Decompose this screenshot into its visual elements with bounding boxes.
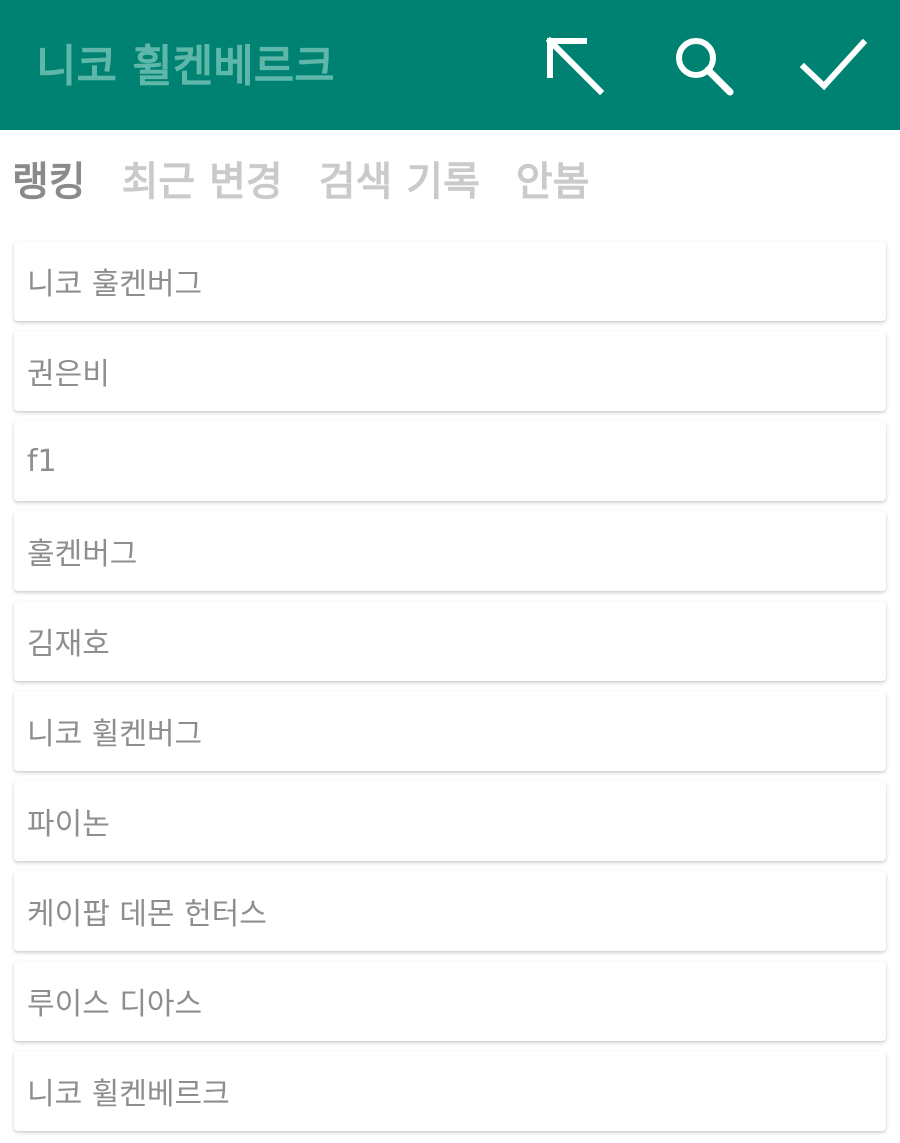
- list-item[interactable]: 파이논: [14, 781, 886, 861]
- tab-search-history[interactable]: 검색 기록: [319, 150, 480, 214]
- list-item-label: 파이논: [27, 807, 110, 842]
- list-item[interactable]: 훌켄버그: [14, 511, 886, 591]
- list-item[interactable]: 케이팝 데몬 헌터스: [14, 871, 886, 951]
- search-button[interactable]: [662, 25, 742, 105]
- tab-recent-changes[interactable]: 최근 변경: [122, 150, 283, 214]
- list-item[interactable]: 루이스 디아스: [14, 961, 886, 1041]
- ranking-list: 니코 훌켄버그 권은비 f1 훌켄버그 김재호 니코 휠켄버그 파이논 케이팝 …: [14, 241, 886, 1141]
- search-icon: [670, 33, 734, 97]
- search-input[interactable]: [36, 24, 506, 108]
- list-item-label: 니코 훌켄버그: [27, 267, 203, 302]
- app-bar: [0, 0, 900, 130]
- checkmark-icon: [800, 37, 868, 93]
- confirm-button[interactable]: [794, 25, 874, 105]
- tab-bar: 랭킹 최근 변경 검색 기록 안봄: [12, 150, 590, 214]
- list-item[interactable]: 니코 훌켄버그: [14, 241, 886, 321]
- tab-ranking[interactable]: 랭킹: [12, 150, 86, 214]
- list-item[interactable]: 김재호: [14, 601, 886, 681]
- list-item-label: 니코 휠켄베르크: [27, 1077, 230, 1112]
- list-item-label: 니코 휠켄버그: [27, 717, 203, 752]
- insert-suggestion-button[interactable]: [534, 25, 614, 105]
- list-item-label: 김재호: [27, 627, 110, 662]
- list-item[interactable]: 권은비: [14, 331, 886, 411]
- list-item-label: 케이팝 데몬 헌터스: [27, 897, 267, 932]
- arrow-up-left-icon: [542, 33, 606, 97]
- list-item-label: 훌켄버그: [27, 537, 138, 572]
- list-item[interactable]: 니코 휠켄베르크: [14, 1051, 886, 1131]
- list-item-label: 루이스 디아스: [27, 987, 203, 1022]
- list-item[interactable]: 니코 휠켄버그: [14, 691, 886, 771]
- list-item[interactable]: f1: [14, 421, 886, 501]
- tab-unviewed[interactable]: 안봄: [516, 150, 590, 214]
- list-item-label: 권은비: [27, 357, 110, 392]
- list-item-label: f1: [27, 443, 57, 479]
